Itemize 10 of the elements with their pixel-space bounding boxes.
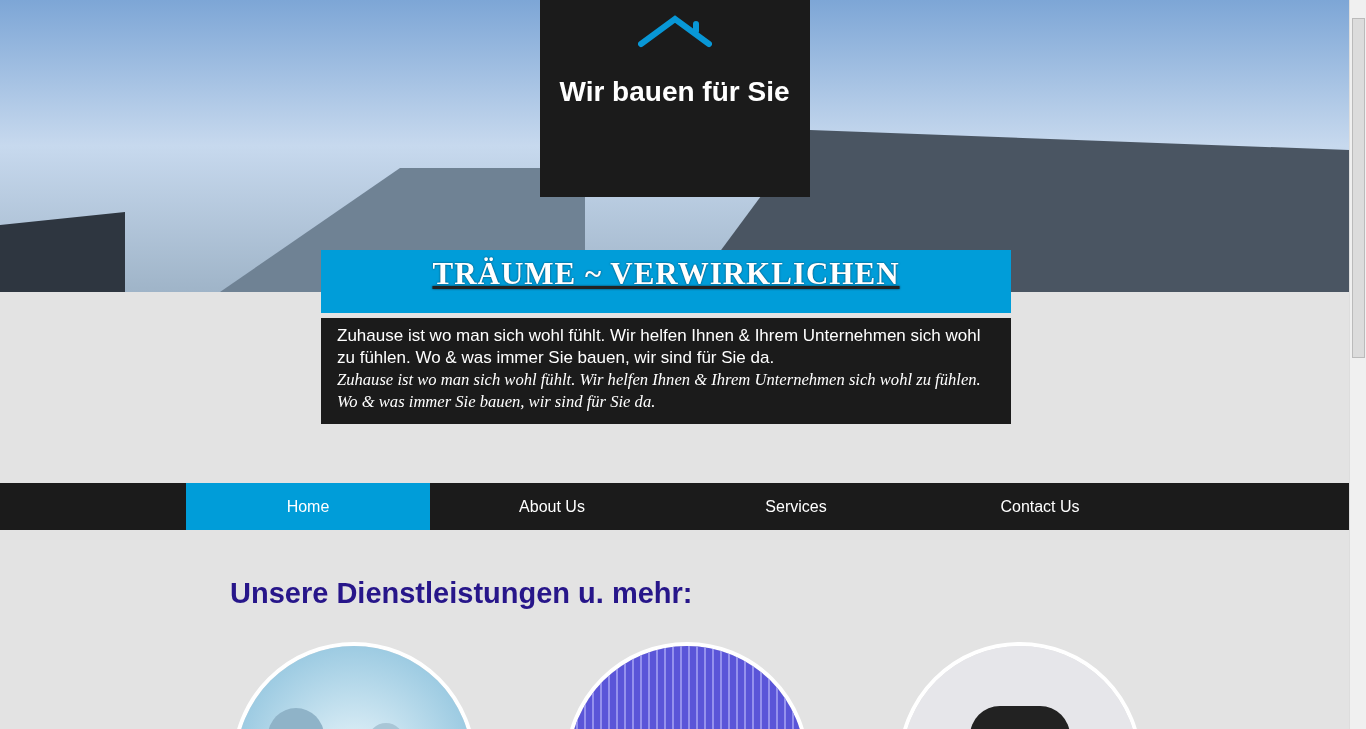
site-title: Wir bauen für Sie	[559, 76, 790, 108]
nav-tab[interactable]: Contact Us	[918, 483, 1162, 530]
nav-tab[interactable]: Services	[674, 483, 918, 530]
tagline: TRÄUME ~ VERWIRKLICHEN	[432, 256, 900, 292]
intro-text-italic: Zuhause ist wo man sich wohl fühlt. Wir helfen Ihnen & Ihrem Unternehmen sich wohl zu fühlen. Wo & was immer Sie bauen, wir sind für Sie da.	[337, 369, 982, 413]
nav-tab[interactable]: About Us	[430, 483, 674, 530]
intro-text: Zuhause ist wo man sich wohl fühlt. Wir helfen Ihnen & Ihrem Unternehmen sich wohl zu fühlen. Wo & was immer Sie bauen, wir sind für Sie da.	[337, 325, 982, 369]
scrollbar[interactable]	[1349, 0, 1366, 729]
roof-icon	[637, 14, 712, 48]
services-heading: Unsere Dienstleistungen u. mehr:	[230, 577, 694, 610]
